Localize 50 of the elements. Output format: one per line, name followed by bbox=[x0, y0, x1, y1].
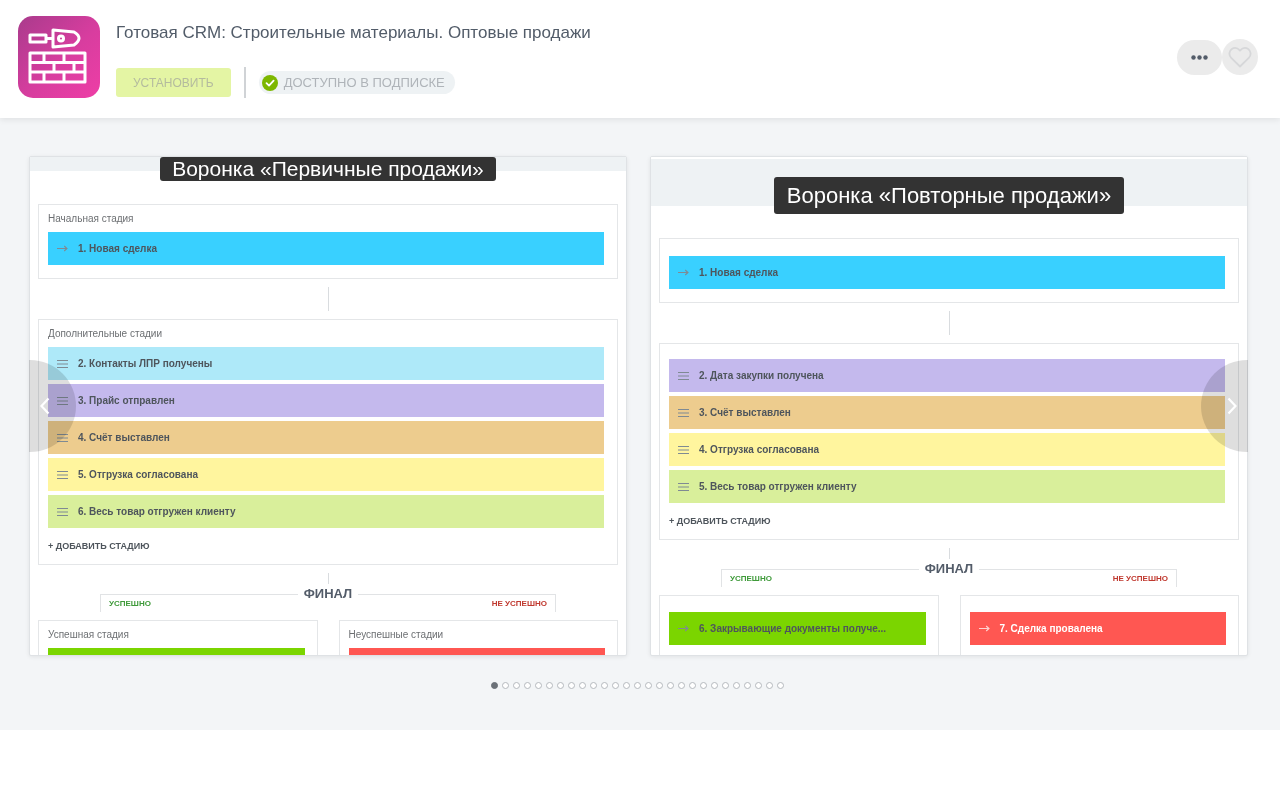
stage-group-label: Успешная стадия bbox=[48, 629, 129, 641]
stage-name: 2. Контакты ЛПР получены bbox=[78, 357, 213, 370]
chevron-right-icon bbox=[1227, 397, 1237, 415]
heart-icon bbox=[1228, 46, 1252, 68]
add-stage-label: + ДОБАВИТЬ СТАДИЮ bbox=[48, 541, 150, 551]
drag-handle-icon bbox=[678, 371, 689, 380]
arrow-icon bbox=[678, 625, 689, 632]
drag-handle-icon bbox=[678, 408, 689, 417]
stage-name: 7. Сделка провалена bbox=[999, 622, 1103, 635]
drag-handle-icon bbox=[57, 359, 68, 368]
previous-button[interactable] bbox=[29, 360, 76, 452]
check-circle-icon bbox=[261, 74, 278, 91]
drag-handle-icon bbox=[57, 433, 68, 442]
stage-name: 3. Счёт выставлен bbox=[699, 406, 791, 419]
stage-name: 3. Прайс отправлен bbox=[78, 394, 175, 407]
stage-name: 6. Весь товар отгружен клиенту bbox=[78, 505, 236, 518]
stage-group-label: Неуспешные стадии bbox=[348, 629, 444, 641]
drag-handle-icon bbox=[57, 470, 68, 479]
app-title: Готовая CRM: Строительные материалы. Оптовые продажи bbox=[116, 23, 591, 43]
drag-handle-icon bbox=[57, 507, 68, 516]
stage-name: 5. Весь товар отгружен клиенту bbox=[699, 480, 857, 493]
success-label: УСПЕШНО bbox=[109, 599, 151, 609]
stage-group-label: Дополнительные стадии bbox=[48, 328, 162, 340]
chevron-left-icon bbox=[40, 397, 50, 415]
drag-handle-icon bbox=[678, 482, 689, 491]
final-title: ФИНАЛ bbox=[302, 586, 354, 602]
stage-name: 2. Дата закупки получена bbox=[699, 369, 824, 382]
success-label: УСПЕШНО bbox=[730, 574, 772, 584]
arrow-icon bbox=[978, 625, 990, 632]
arrow-icon bbox=[57, 245, 68, 252]
drag-handle-icon bbox=[678, 445, 689, 454]
stage-name: 5. Отгрузка согласована bbox=[78, 468, 199, 481]
final-title: ФИНАЛ bbox=[923, 561, 975, 577]
drag-handle-icon bbox=[57, 396, 68, 405]
stage-group-label: Начальная стадия bbox=[48, 213, 134, 225]
add-stage-label: + ДОБАВИТЬ СТАДИЮ bbox=[669, 516, 771, 526]
failure-label: НЕ УСПЕШНО bbox=[491, 599, 547, 610]
stage-name: 4. Счёт выставлен bbox=[78, 431, 170, 444]
stage-name: 4. Отгрузка согласована bbox=[699, 443, 820, 456]
funnel-title: Воронка «Повторные продажи» bbox=[773, 177, 1125, 214]
app-icon bbox=[18, 16, 100, 98]
stage-name: 6. Закрывающие документы получе... bbox=[699, 622, 887, 635]
funnel-title: Воронка «Первичные продажи» bbox=[160, 157, 496, 181]
failure-label: НЕ УСПЕШНО bbox=[1112, 574, 1168, 585]
more-button[interactable] bbox=[1177, 39, 1222, 75]
stage-name: 1. Новая сделка bbox=[78, 242, 158, 255]
subscription-text: ДОСТУПНО В ПОДПИСКЕ bbox=[283, 73, 445, 92]
stage-name: 1. Новая сделка bbox=[699, 266, 779, 279]
more-icon bbox=[1191, 54, 1208, 60]
arrow-icon bbox=[678, 269, 689, 276]
